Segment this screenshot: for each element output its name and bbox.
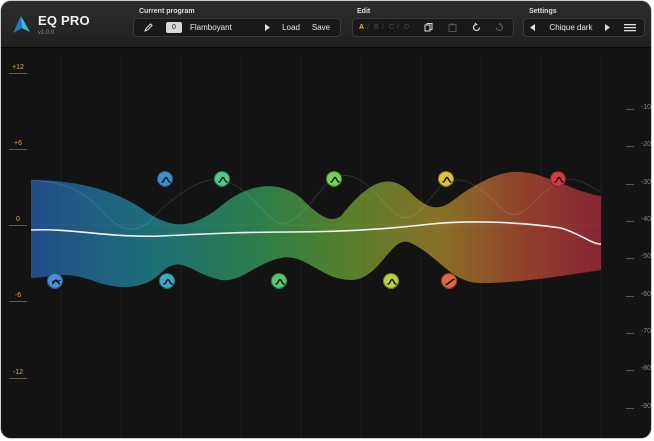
gain-tick	[9, 149, 27, 150]
bell-icon	[275, 278, 285, 285]
db-tick	[626, 296, 634, 297]
gain-tick	[9, 378, 27, 379]
db-tick	[626, 184, 634, 185]
low-shelf-icon	[445, 278, 455, 286]
slot-separator: /	[382, 24, 384, 31]
band-node[interactable]	[383, 273, 399, 289]
gain-scale-label: +12	[12, 64, 24, 71]
band-node[interactable]	[438, 171, 454, 187]
db-tick	[626, 333, 634, 334]
band-node[interactable]	[550, 171, 566, 187]
band-node[interactable]	[159, 273, 175, 289]
gain-scale-label: -12	[12, 369, 24, 376]
slot-separator: /	[367, 24, 369, 31]
band-node[interactable]	[157, 171, 173, 187]
edit-label: Edit	[357, 8, 371, 15]
app-title: EQ PRO	[38, 13, 90, 28]
settings-panel: Chique dark	[523, 18, 645, 37]
paste-icon[interactable]	[447, 22, 458, 33]
db-scale-label: -70	[640, 328, 651, 335]
gain-scale-label: +6	[14, 140, 22, 147]
db-scale-label: -10	[640, 104, 651, 111]
band-node[interactable]	[47, 273, 63, 289]
slot-a-button[interactable]: A	[359, 19, 364, 36]
pencil-icon[interactable]	[143, 22, 154, 33]
bell-icon	[218, 176, 228, 183]
next-theme-icon[interactable]	[602, 22, 613, 33]
band-node[interactable]	[271, 273, 287, 289]
gain-tick	[9, 73, 27, 74]
db-scale-label: -60	[640, 291, 651, 298]
db-scale-label: -50	[640, 253, 651, 260]
slot-d-button[interactable]: D	[404, 19, 409, 36]
header-bar: EQ PRO v1.0.0 Current program 0 Flamboya…	[1, 1, 651, 48]
gain-tick	[9, 225, 27, 226]
band-node[interactable]	[441, 273, 457, 289]
edit-panel: A / B / C / D	[352, 18, 514, 37]
program-number[interactable]: 0	[166, 22, 182, 33]
gain-scale-label: -6	[14, 292, 22, 299]
previous-theme-icon[interactable]	[527, 22, 538, 33]
app-logo-icon	[13, 16, 30, 33]
bell-icon	[163, 278, 173, 285]
undo-icon[interactable]	[471, 22, 482, 33]
db-tick	[626, 146, 634, 147]
high-shelf-icon	[51, 279, 61, 285]
save-button[interactable]: Save	[310, 19, 332, 36]
db-scale-label: -20	[640, 141, 651, 148]
db-tick	[626, 370, 634, 371]
plugin-window: EQ PRO v1.0.0 Current program 0 Flamboya…	[0, 0, 652, 439]
play-next-icon[interactable]	[262, 22, 273, 33]
redo-icon[interactable]	[494, 22, 505, 33]
bell-icon	[554, 176, 564, 183]
eq-graph[interactable]: +12 +6 0 -6 -12 -10 -20 -30 -40 -50 -60 -70 -80 -90	[1, 48, 652, 439]
db-tick	[626, 221, 634, 222]
db-tick	[626, 408, 634, 409]
slot-b-button[interactable]: B	[374, 19, 379, 36]
slot-separator: /	[397, 24, 399, 31]
band-node[interactable]	[326, 171, 342, 187]
db-scale-label: -80	[640, 365, 651, 372]
bell-icon	[442, 176, 452, 183]
load-button[interactable]: Load	[280, 19, 302, 36]
program-name[interactable]: Flamboyant	[190, 19, 250, 36]
band-node[interactable]	[214, 171, 230, 187]
gain-scale-label: 0	[16, 216, 20, 223]
bell-icon	[161, 176, 171, 183]
current-program-label: Current program	[139, 8, 195, 15]
gain-tick	[9, 301, 27, 302]
slot-c-button[interactable]: C	[389, 19, 394, 36]
theme-name[interactable]: Chique dark	[542, 19, 600, 36]
menu-icon[interactable]	[623, 22, 637, 33]
db-tick	[626, 109, 634, 110]
db-scale-label: -30	[640, 179, 651, 186]
db-scale-label: -90	[640, 403, 651, 410]
program-panel: 0 Flamboyant Load Save	[133, 18, 341, 37]
bell-icon	[387, 278, 397, 285]
settings-label: Settings	[529, 8, 557, 15]
copy-icon[interactable]	[423, 22, 434, 33]
app-version: v1.0.0	[38, 30, 55, 36]
db-scale-label: -40	[640, 216, 651, 223]
eq-curve-display[interactable]	[1, 48, 652, 439]
db-tick	[626, 258, 634, 259]
eq-band-area	[31, 171, 601, 288]
bell-icon	[330, 176, 340, 183]
